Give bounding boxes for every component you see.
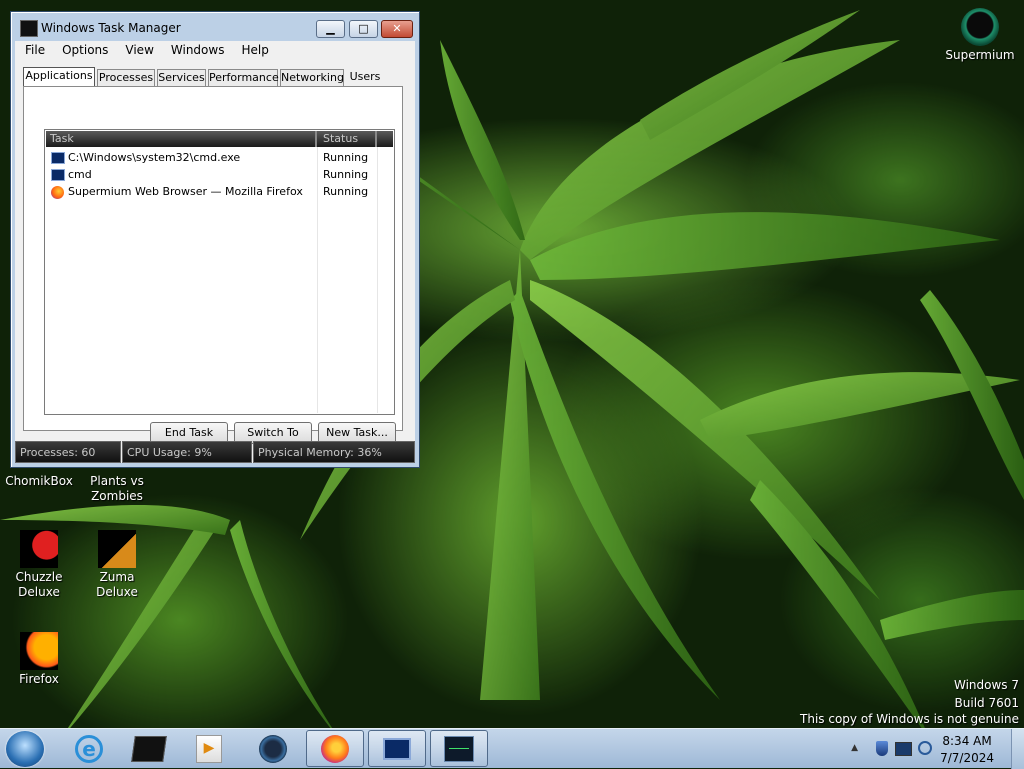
window-title: Windows Task Manager: [41, 21, 181, 35]
menu-view[interactable]: View: [115, 41, 160, 57]
tab-users[interactable]: Users: [345, 69, 385, 86]
task-row[interactable]: Supermium Web Browser — Mozilla Firefox …: [46, 184, 393, 200]
minimize-button[interactable]: ▁: [316, 20, 345, 38]
desktop-icon-label: ChomikBox: [5, 474, 73, 488]
task-manager-icon: [444, 735, 474, 762]
desktop-icon-label: Chuzzle Deluxe: [15, 570, 63, 599]
tab-processes[interactable]: Processes: [97, 69, 155, 86]
desktop-icon-chomikbox[interactable]: ChomikBox: [2, 474, 76, 489]
close-button[interactable]: ✕: [381, 20, 413, 38]
taskbar-cmd[interactable]: [368, 730, 426, 767]
firefox-icon: [20, 632, 58, 670]
terminal-icon: [131, 735, 167, 762]
firefox-icon: [321, 734, 349, 763]
cmd-icon: [51, 169, 65, 181]
column-header-task[interactable]: Task: [46, 131, 317, 147]
desktop-icon-firefox[interactable]: Firefox: [2, 632, 76, 687]
task-manager-window[interactable]: Windows Task Manager ▁ □ ✕ File Options Vi…: [10, 11, 420, 468]
desktop-icon-plants-vs-zombies[interactable]: Plants vs Zombies: [80, 474, 154, 504]
clock-time: 8:34 AM: [942, 734, 992, 748]
volume-icon[interactable]: [918, 741, 932, 755]
action-center-icon[interactable]: [876, 741, 888, 756]
taskbar-terminal[interactable]: [120, 730, 178, 767]
task-name: C:\Windows\system32\cmd.exe: [68, 151, 241, 164]
supermium-icon: [961, 8, 999, 46]
zuma-icon: [98, 530, 136, 568]
taskbar-ie[interactable]: e: [60, 730, 118, 767]
task-row[interactable]: cmd Running: [46, 167, 393, 183]
desktop-icon-supermium[interactable]: Supermium: [940, 8, 1020, 63]
task-name: Supermium Web Browser — Mozilla Firefox: [68, 185, 303, 198]
title-bar[interactable]: Windows Task Manager ▁ □ ✕: [11, 12, 419, 42]
start-button[interactable]: [6, 731, 44, 767]
task-row[interactable]: C:\Windows\system32\cmd.exe Running: [46, 150, 393, 166]
client-area: Applications Processes Services Performa…: [15, 60, 415, 463]
show-desktop-button[interactable]: [1011, 729, 1024, 769]
desktop-icon-label: Firefox: [19, 672, 59, 686]
menu-help[interactable]: Help: [231, 41, 275, 57]
desktop-icon-label: Supermium: [945, 48, 1015, 62]
tab-performance[interactable]: Performance: [208, 69, 279, 86]
taskbar-media-player[interactable]: ▶: [180, 730, 238, 767]
clock-date: 7/7/2024: [940, 751, 994, 765]
menu-bar: File Options View Windows Help: [15, 41, 415, 60]
cmd-icon: [383, 737, 411, 760]
watermark-line3: This copy of Windows is not genuine: [800, 712, 1019, 726]
status-bar: Processes: 60 CPU Usage: 9% Physical Mem…: [15, 441, 415, 463]
menu-options[interactable]: Options: [52, 41, 115, 57]
clock[interactable]: 8:34 AM 7/7/2024: [940, 733, 994, 767]
tab-services[interactable]: Services: [157, 69, 206, 86]
tab-applications[interactable]: Applications: [23, 67, 95, 87]
maximize-button[interactable]: □: [349, 20, 378, 38]
task-status: Running: [323, 151, 369, 164]
menu-file[interactable]: File: [15, 41, 52, 57]
taskbar-supermium[interactable]: [244, 730, 302, 767]
desktop-icon-label: Plants vs Zombies: [90, 474, 144, 503]
desktop-icon-chuzzle-deluxe[interactable]: Chuzzle Deluxe: [2, 530, 76, 600]
ie-icon: e: [75, 734, 103, 763]
task-name: cmd: [68, 168, 92, 181]
firefox-icon: [51, 186, 64, 199]
task-status: Running: [323, 168, 369, 181]
list-header: Task Status: [46, 131, 393, 147]
chuzzle-icon: [20, 530, 58, 568]
applications-panel: Task Status C:\Windows\system32\cmd.exe …: [23, 86, 403, 444]
task-manager-icon: [20, 20, 38, 37]
taskbar-task-manager[interactable]: [430, 730, 488, 767]
taskbar-firefox[interactable]: [306, 730, 364, 767]
task-list[interactable]: Task Status C:\Windows\system32\cmd.exe …: [44, 129, 395, 415]
watermark-line2: Build 7601: [954, 696, 1019, 710]
status-memory: Physical Memory: 36%: [253, 441, 415, 463]
desktop-icon-zuma-deluxe[interactable]: Zuma Deluxe: [80, 530, 154, 600]
cmd-icon: [51, 152, 65, 164]
column-header-status[interactable]: Status: [319, 131, 377, 147]
menu-windows[interactable]: Windows: [161, 41, 232, 57]
watermark-line1: Windows 7: [953, 678, 1019, 692]
network-icon[interactable]: [895, 742, 912, 756]
status-processes: Processes: 60: [15, 441, 121, 463]
status-cpu: CPU Usage: 9%: [122, 441, 252, 463]
desktop-icon-label: Zuma Deluxe: [96, 570, 138, 599]
media-player-icon: ▶: [196, 734, 222, 763]
tab-networking[interactable]: Networking: [280, 69, 344, 86]
task-status: Running: [323, 185, 369, 198]
supermium-icon: [259, 734, 287, 763]
tray-expand-icon[interactable]: ▲: [851, 743, 858, 753]
taskbar: e ▶ ▲ 8:34 AM 7/7/2024: [0, 728, 1024, 769]
